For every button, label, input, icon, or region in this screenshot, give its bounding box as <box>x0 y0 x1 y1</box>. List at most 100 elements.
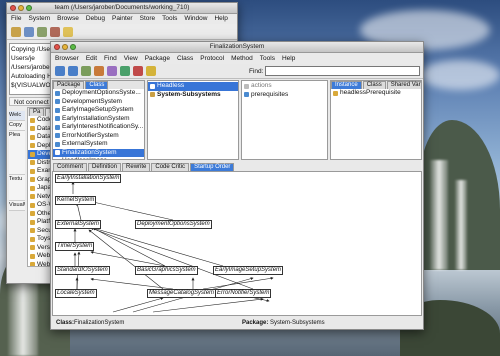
class-tree-pane[interactable]: Headless System-Subsystems <box>147 80 239 160</box>
side-tab[interactable]: VisualWork <box>9 201 25 211</box>
side-tab[interactable]: Copy <box>9 121 25 131</box>
graph-node[interactable]: ErrorNotifierSystem <box>215 289 272 298</box>
class-list-item[interactable]: EarlyImageSetupSystem <box>53 106 144 115</box>
run-icon[interactable] <box>120 66 130 76</box>
store-icon[interactable] <box>50 26 60 37</box>
back-menu-tools[interactable]: Tools <box>162 14 177 24</box>
back-menu-system[interactable]: System <box>28 14 50 24</box>
browser-menu-find[interactable]: Find <box>104 53 117 64</box>
browser-icon[interactable] <box>24 26 34 37</box>
protocol-item[interactable]: prerequisites <box>242 91 327 100</box>
folder-icon <box>30 253 35 259</box>
method-pane[interactable]: InstanceClassShared VariableInstance Var… <box>330 80 422 160</box>
protocol-pane[interactable]: actions prerequisites <box>241 80 328 160</box>
open-icon[interactable] <box>11 26 21 37</box>
zoom-icon[interactable] <box>70 44 76 50</box>
browser-titlebar[interactable]: FinalizationSystem <box>51 42 423 53</box>
back-menu-file[interactable]: File <box>11 14 21 24</box>
class-icon <box>55 124 60 130</box>
class-list-item[interactable]: ErrorNotifierSystem <box>53 132 144 141</box>
browser-menu-help[interactable]: Help <box>282 53 295 64</box>
tree-item[interactable]: Headless <box>148 82 238 91</box>
transcript-line: Copying /Users/je <box>11 46 55 53</box>
sidebar-item-label: Toys <box>37 235 51 242</box>
new-class-icon[interactable] <box>94 66 104 76</box>
back-menu-debug[interactable]: Debug <box>86 14 105 24</box>
class-list-item[interactable]: FinalizationSystem <box>53 148 144 157</box>
tab-class[interactable]: Class <box>85 81 109 89</box>
tab-code-critic[interactable]: Code Critic <box>151 163 190 171</box>
tab-startup-order[interactable]: Startup Order <box>190 163 235 171</box>
graph-node[interactable]: KernelSystem <box>55 196 97 205</box>
graph-node[interactable]: EarlyImageSetupSystem <box>213 266 284 275</box>
graph-node[interactable]: StandardIOSystem <box>55 266 110 275</box>
class-list-item[interactable]: DevelopmentSystem <box>53 98 144 107</box>
browser-menu-method[interactable]: Method <box>231 53 253 64</box>
graph-node[interactable]: BasicGraphicsSystem <box>135 266 198 275</box>
tab-shared-variable[interactable]: Shared Variable <box>386 81 421 89</box>
tab-comment[interactable]: Comment <box>53 163 88 171</box>
back-menu-help[interactable]: Help <box>214 14 227 24</box>
class-list-item[interactable]: DeploymentOptionsSyste... <box>53 89 144 98</box>
browser-menu-package[interactable]: Package <box>145 53 170 64</box>
side-tab[interactable]: Welc <box>9 111 25 121</box>
tests-icon[interactable] <box>146 66 156 76</box>
tools-icon[interactable] <box>37 26 47 37</box>
class-list-item[interactable]: EarlyInterestNotificationSy... <box>53 123 144 132</box>
browser-menu-tools[interactable]: Tools <box>260 53 275 64</box>
debug-icon[interactable] <box>133 66 143 76</box>
graph-node[interactable]: ExternalSystem <box>55 220 102 229</box>
side-tab[interactable]: Textu <box>9 175 25 201</box>
graph-node[interactable]: LocaleSystem <box>55 289 97 298</box>
graph-node[interactable]: DeploymentOptionsSystem <box>135 220 212 229</box>
browser-menu-class[interactable]: Class <box>177 53 193 64</box>
class-icon <box>55 141 60 147</box>
graph-node[interactable]: EarlyInstallationSystem <box>55 174 122 183</box>
package-class-pane[interactable]: Package Class DeploymentOptionsSyste... De… <box>52 80 145 160</box>
graph-node[interactable]: MessageCatalogSystem <box>147 289 217 298</box>
tab-class[interactable]: Class <box>362 81 386 89</box>
back-window-titlebar[interactable]: team (/Users/jarober/Documents/working_7… <box>7 3 237 14</box>
tab-definition[interactable]: Definition <box>88 163 122 171</box>
back-menu-store[interactable]: Store <box>140 14 156 24</box>
left-tab[interactable]: Pa <box>29 108 45 116</box>
new-package-icon[interactable] <box>81 66 91 76</box>
class-list-item[interactable]: ExternalSystem <box>53 140 144 149</box>
minimize-icon[interactable] <box>62 44 68 50</box>
zoom-icon[interactable] <box>26 5 32 11</box>
startup-order-graph[interactable]: EarlyInstallationSystem KernelSystem Exter… <box>52 171 422 316</box>
browser-menu-browser[interactable]: Browser <box>55 53 79 64</box>
forward-arrow-icon[interactable] <box>68 66 78 76</box>
tab-instance[interactable]: Instance <box>331 81 362 89</box>
package-icon <box>150 83 155 89</box>
browser-menu-protocol[interactable]: Protocol <box>200 53 224 64</box>
close-icon[interactable] <box>54 44 60 50</box>
back-arrow-icon[interactable] <box>55 66 65 76</box>
close-icon[interactable] <box>10 5 16 11</box>
transcript-line: Users/je <box>11 55 35 62</box>
tab-package[interactable]: Package <box>53 81 85 89</box>
protocol-item[interactable]: actions <box>242 82 327 91</box>
code-tabs: Comment Definition Rewrite Code Critic Start… <box>53 163 235 171</box>
browser-menu-edit[interactable]: Edit <box>86 53 97 64</box>
tab-rewrite[interactable]: Rewrite <box>122 163 151 171</box>
graph-node[interactable]: TimerSystem <box>55 242 95 251</box>
back-menu-window[interactable]: Window <box>184 14 207 24</box>
class-list-item[interactable]: HeadlessImage <box>53 157 144 159</box>
class-icon <box>55 133 60 139</box>
method-item[interactable]: headlessPrerequisite <box>331 89 421 98</box>
side-tab[interactable]: Plea <box>9 131 25 175</box>
find-input[interactable] <box>265 66 420 76</box>
back-menu-browse[interactable]: Browse <box>57 14 79 24</box>
back-menu-painter[interactable]: Painter <box>112 14 133 24</box>
minimize-icon[interactable] <box>18 5 24 11</box>
folder-icon <box>30 117 35 123</box>
class-list-item[interactable]: EarlyInstallationSystem <box>53 115 144 124</box>
help-icon[interactable] <box>63 26 73 37</box>
browser-menu-view[interactable]: View <box>124 53 138 64</box>
new-method-icon[interactable] <box>107 66 117 76</box>
folder-icon <box>30 262 35 266</box>
tree-item[interactable]: System-Subsystems <box>148 91 238 100</box>
folder-icon <box>30 185 35 191</box>
folder-icon <box>30 151 35 157</box>
